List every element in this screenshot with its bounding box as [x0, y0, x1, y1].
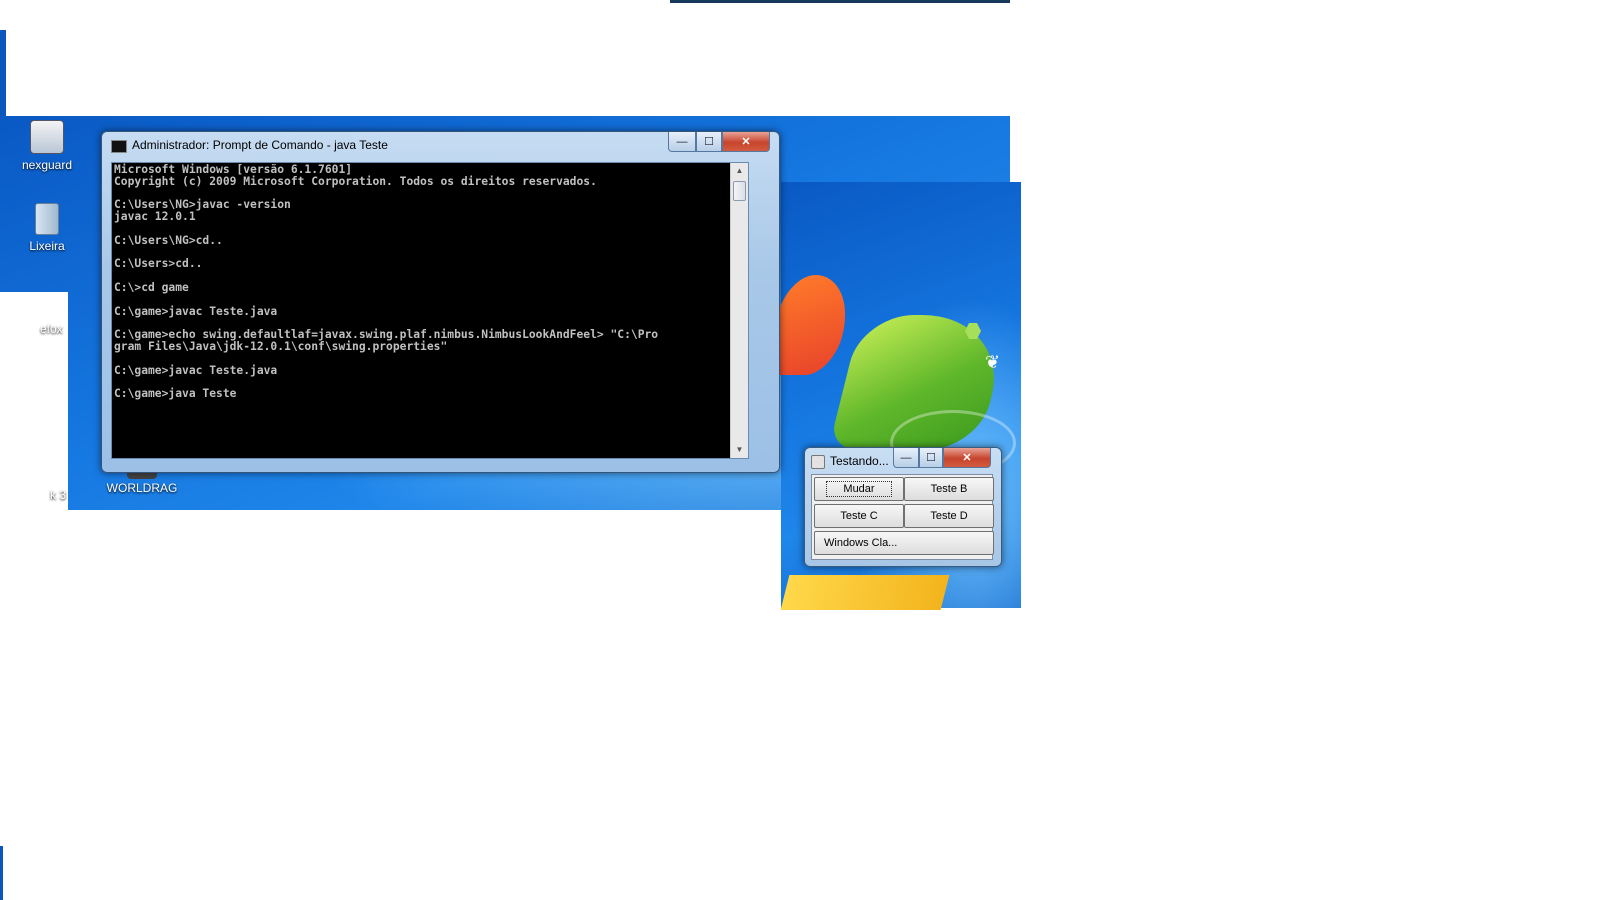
java-caption-buttons: — ☐ ✕ — [893, 448, 991, 468]
left-edge-line — [0, 30, 6, 116]
minimize-button[interactable]: — — [668, 132, 696, 152]
console-line: C:\game>javac Teste.java — [114, 304, 278, 318]
mudar-button[interactable]: Mudar — [814, 477, 904, 501]
console-line: C:\>cd game — [114, 280, 189, 294]
left-edge-line-bottom — [0, 846, 3, 900]
console-window[interactable]: Administrador: Prompt de Comando - java … — [101, 131, 780, 473]
desktop-icon-firefox[interactable]: efox — [40, 322, 90, 336]
java-close-button[interactable]: ✕ — [943, 448, 991, 468]
java-minimize-button[interactable]: — — [893, 448, 919, 468]
desktop-icon-label: k 3 — [50, 488, 67, 502]
java-window-title: Testando... — [830, 454, 889, 468]
teste-c-button[interactable]: Teste C — [814, 504, 904, 528]
console-line: C:\game>javac Teste.java — [114, 363, 278, 377]
console-text: Microsoft Windows [versão 6.1.7601] Copy… — [112, 163, 748, 401]
java-cup-icon — [811, 455, 825, 469]
mudar-button-label: Mudar — [826, 481, 892, 497]
maximize-button[interactable]: ☐ — [696, 132, 722, 152]
teste-b-button[interactable]: Teste B — [904, 477, 994, 501]
java-window[interactable]: Testando... — ☐ ✕ Mudar Teste B Teste C … — [804, 447, 1002, 567]
console-line: C:\game>java Teste — [114, 387, 237, 401]
close-button[interactable]: ✕ — [722, 132, 770, 152]
console-line: Copyright (c) 2009 Microsoft Corporation… — [114, 174, 597, 188]
console-line: C:\Users>cd.. — [114, 257, 203, 271]
java-maximize-button[interactable]: ☐ — [919, 448, 943, 468]
console-scrollbar[interactable]: ▲ ▼ — [730, 163, 748, 458]
windows-classic-button[interactable]: Windows Cla... — [814, 531, 994, 555]
console-output-area[interactable]: Microsoft Windows [versão 6.1.7601] Copy… — [111, 162, 749, 459]
desktop-icon-label: nexguard — [21, 158, 73, 172]
java-content-panel: Mudar Teste B Teste C Teste D Windows Cl… — [811, 474, 994, 560]
scrollbar-thumb[interactable] — [733, 181, 746, 201]
top-edge-line — [670, 0, 1010, 3]
scroll-up-icon[interactable]: ▲ — [731, 163, 748, 179]
lock-shortcut-icon — [30, 120, 64, 154]
windows-logo-yellow — [780, 575, 950, 610]
teste-d-button[interactable]: Teste D — [904, 504, 994, 528]
desktop-icon-partial[interactable]: k 3 — [50, 488, 90, 502]
console-app-icon — [111, 140, 127, 153]
desktop-icon-label: efox — [40, 322, 63, 336]
blank-region-top-right — [1010, 116, 1022, 182]
console-caption-buttons: — ☐ ✕ — [668, 132, 770, 152]
desktop-icon-nexguard[interactable]: nexguard — [7, 120, 87, 172]
console-title: Administrador: Prompt de Comando - java … — [132, 138, 388, 152]
console-line: C:\Users\NG>cd.. — [114, 233, 223, 247]
console-line: gram Files\Java\jdk-12.0.1\conf\swing.pr… — [114, 339, 448, 353]
butterfly-icon: ❦ — [985, 352, 1001, 372]
console-titlebar[interactable]: Administrador: Prompt de Comando - java … — [102, 132, 779, 158]
desktop-icon-label: Lixeira — [29, 239, 65, 253]
desktop-icon-label: WORLDRAG — [106, 481, 178, 495]
console-line: javac 12.0.1 — [114, 210, 196, 224]
recycle-bin-icon — [35, 203, 59, 235]
scroll-down-icon[interactable]: ▼ — [731, 442, 748, 458]
desktop-icon-recycle-bin[interactable]: Lixeira — [7, 203, 87, 253]
